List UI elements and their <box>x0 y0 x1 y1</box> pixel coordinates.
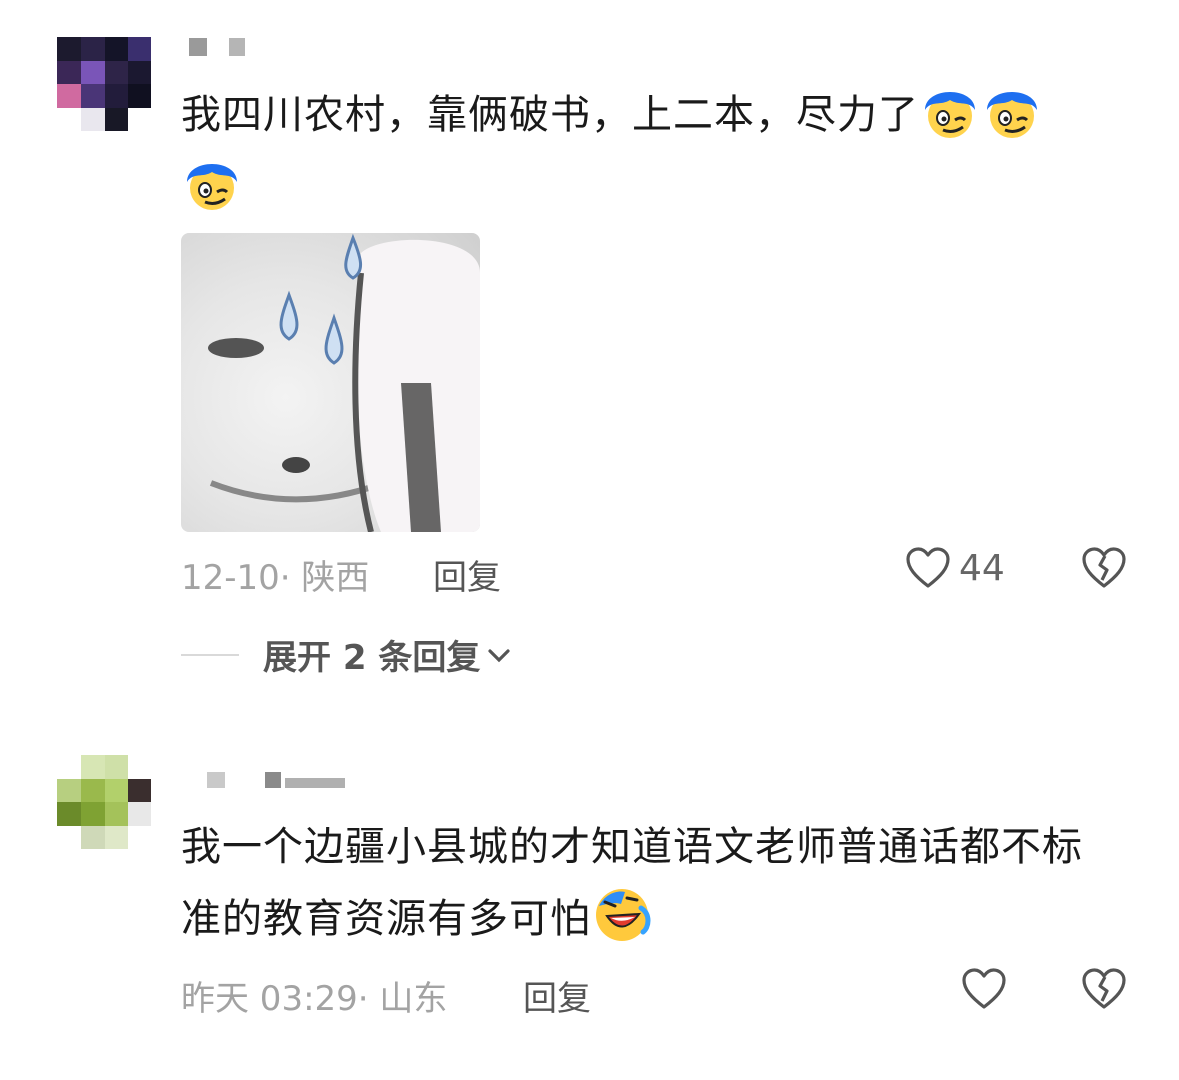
username-redacted[interactable] <box>189 38 259 60</box>
like-button[interactable] <box>961 967 1007 1011</box>
broken-heart-icon <box>1082 547 1126 588</box>
sweating-face-sticker[interactable] <box>181 233 480 532</box>
username-redacted[interactable] <box>207 770 347 792</box>
chevron-down-icon <box>488 648 510 662</box>
heart-outline-icon <box>962 968 1006 1009</box>
comment-date: 昨天 03:29 <box>181 979 358 1019</box>
blue-hair-face-emoji <box>919 80 981 142</box>
dislike-button[interactable] <box>1081 546 1127 594</box>
comment-location: 山东 <box>379 979 448 1019</box>
broken-heart-icon <box>1082 968 1126 1009</box>
comment-date: 12-10 <box>181 558 280 598</box>
blue-hair-face-emoji <box>181 152 243 214</box>
heart-outline-icon <box>906 547 950 588</box>
comment-meta: 昨天 03:29· 山东 <box>181 979 448 1019</box>
reply-button[interactable]: 回复 <box>433 550 501 599</box>
expand-replies[interactable]: 展开 2 条回复 <box>181 630 512 679</box>
like-count: 44 <box>959 547 1005 589</box>
blue-hair-face-emoji <box>981 80 1043 142</box>
divider <box>181 653 239 656</box>
comment-text: 我四川农村，靠俩破书，上二本，尽力了 <box>181 79 1121 223</box>
expand-replies-label: 展开 2 条回复 <box>263 638 481 678</box>
avatar[interactable] <box>57 755 151 849</box>
comment-meta: 12-10· 陕西 <box>181 558 370 598</box>
laughing-crying-emoji <box>591 884 653 946</box>
avatar[interactable] <box>57 37 151 131</box>
dislike-button[interactable] <box>1081 967 1127 1015</box>
like-button[interactable]: 44 <box>905 546 1005 590</box>
comment-text: 我一个边疆小县城的才知道语文老师普通话都不标准的教育资源有多可怕 <box>181 811 1121 955</box>
reply-button[interactable]: 回复 <box>523 971 591 1020</box>
comment-location: 陕西 <box>301 558 370 598</box>
